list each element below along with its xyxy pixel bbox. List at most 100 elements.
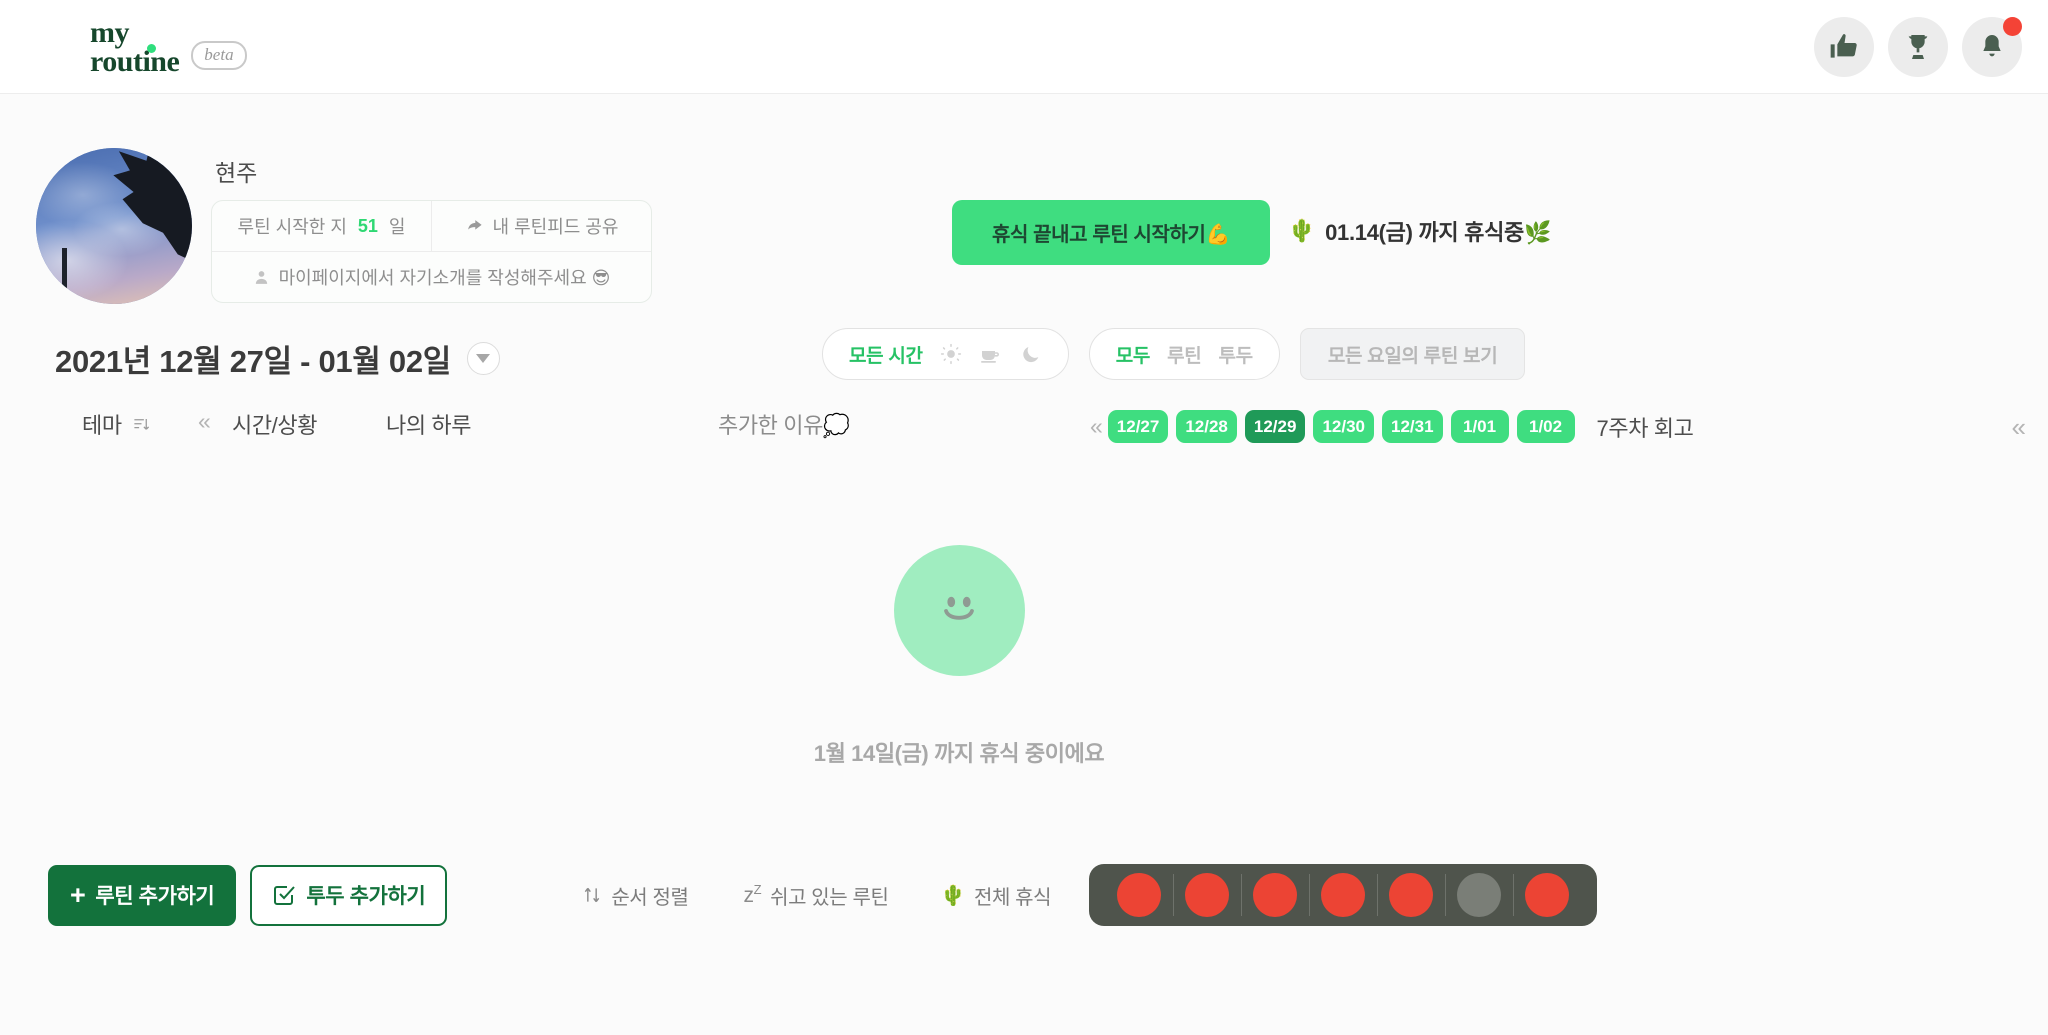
share-arrow-icon <box>467 219 482 230</box>
rest-all-button[interactable]: 🌵 전체 휴식 <box>940 881 1051 910</box>
streak-prefix: 루틴 시작한 지 <box>237 217 347 237</box>
resting-routines-button[interactable]: zZ 쉬고 있는 루틴 <box>743 881 888 910</box>
type-filter-routine[interactable]: 루틴 <box>1167 341 1202 368</box>
thumbs-up-icon <box>1830 33 1857 58</box>
moon-icon[interactable] <box>1020 343 1042 365</box>
column-my-day-label: 나의 하루 <box>386 413 472 438</box>
profile-info-row-top: 루틴 시작한 지 51 일 내 루틴피드 공유 <box>212 201 651 251</box>
add-todo-label: 투두 추가하기 <box>306 885 426 908</box>
profile-section: 현주 루틴 시작한 지 51 일 내 루틴피드 공유 마이페이지에서 자기소개를… <box>36 148 652 304</box>
day-dot-off <box>1457 873 1502 917</box>
type-filter-all[interactable]: 모두 <box>1116 341 1151 368</box>
day-dot-cell[interactable] <box>1309 871 1377 919</box>
empty-state-avatar <box>893 545 1025 676</box>
sort-icon[interactable] <box>132 415 151 434</box>
time-filter-pill[interactable]: 모든 시간 <box>822 328 1069 380</box>
plus-icon: + <box>70 879 86 910</box>
add-todo-button[interactable]: 투두 추가하기 <box>250 864 448 926</box>
empty-state-text: 1월 14일(금) 까지 휴식 중이에요 <box>813 741 1105 766</box>
date-chip[interactable]: 12/27 <box>1107 410 1169 443</box>
logo-line-2: routine <box>90 44 180 78</box>
day-dot <box>1525 873 1570 917</box>
rest-status-label: 01.14(금) 까지 휴식중🌿 <box>1325 220 1552 245</box>
username: 현주 <box>215 160 258 186</box>
column-reason-label: 추가한 이유💭 <box>718 413 850 438</box>
day-dot <box>1185 873 1230 917</box>
date-chip-row: « 12/27 12/28 12/29 12/30 12/31 1/01 1/0… <box>1090 410 1694 443</box>
streak-cell: 루틴 시작한 지 51 일 <box>212 201 432 251</box>
collapse-panel-right-button[interactable]: « <box>2012 412 2027 443</box>
day-dot-cell[interactable] <box>1445 871 1513 919</box>
sleep-zz-icon: zZ <box>743 882 762 907</box>
cactus-icon: 🌵 <box>1288 218 1316 244</box>
avatar[interactable] <box>36 148 192 304</box>
person-icon <box>255 270 267 284</box>
sort-arrows-icon <box>585 887 600 903</box>
start-routine-button[interactable]: 휴식 끝내고 루틴 시작하기💪 <box>952 200 1270 265</box>
column-theme-label: 테마 <box>82 413 122 438</box>
logo-text: my routine <box>90 15 180 78</box>
column-theme[interactable]: 테마 <box>82 408 151 440</box>
date-chip[interactable]: 1/01 <box>1450 410 1509 443</box>
sort-order-button[interactable]: 순서 정렬 <box>582 881 689 910</box>
smiley-face-icon <box>944 596 974 620</box>
trophy-button[interactable] <box>1888 16 1948 77</box>
day-dot <box>1117 873 1162 917</box>
checkbox-check-icon <box>274 886 296 905</box>
week-status-dots <box>1089 864 1598 926</box>
filter-bar: 모든 시간 모두 루틴 투두 모든 요일의 루틴 보기 <box>822 328 1526 380</box>
empty-state: 1월 14일(금) 까지 휴식 중이에요 <box>0 545 2048 768</box>
column-my-day[interactable]: 나의 하루 <box>386 408 471 440</box>
type-filter-pill[interactable]: 모두 루틴 투두 <box>1088 328 1280 380</box>
thumbs-up-button[interactable] <box>1814 16 1874 77</box>
bio-prompt-label: 마이페이지에서 자기소개를 작성해주세요 😎 <box>278 268 611 288</box>
chevron-double-left-icon: « <box>198 408 211 434</box>
day-dot-cell[interactable] <box>1513 871 1581 919</box>
sort-order-label: 순서 정렬 <box>611 886 689 909</box>
column-time-situation[interactable]: 시간/상황 <box>232 408 317 440</box>
bio-prompt-row[interactable]: 마이페이지에서 자기소개를 작성해주세요 😎 <box>212 251 651 302</box>
column-reason[interactable]: 추가한 이유💭 <box>718 408 850 440</box>
add-routine-label: 루틴 추가하기 <box>95 885 215 908</box>
cactus-icon: 🌵 <box>940 883 965 907</box>
day-dot <box>1321 873 1366 917</box>
date-chip[interactable]: 1/02 <box>1516 410 1575 443</box>
beta-badge: beta <box>191 40 247 70</box>
resting-routines-label: 쉬고 있는 루틴 <box>770 886 889 909</box>
weekly-retrospective-link[interactable]: 7주차 회고 <box>1597 411 1694 443</box>
collapse-columns-left-button[interactable]: « <box>198 408 211 435</box>
logo[interactable]: my routine beta <box>90 15 247 78</box>
date-range-selector[interactable]: 2021년 12월 27일 - 01월 02일 <box>55 336 500 381</box>
time-filter-active-label: 모든 시간 <box>849 345 923 367</box>
top-bar: my routine beta <box>0 0 2048 94</box>
rest-status: 🌵 01.14(금) 까지 휴식중🌿 <box>1288 215 1551 247</box>
date-range-dropdown-button[interactable] <box>466 342 500 375</box>
bell-icon <box>1983 34 2001 56</box>
day-dot-cell[interactable] <box>1241 871 1309 919</box>
scroll-dates-left-button[interactable]: « <box>1090 413 1103 440</box>
top-bar-actions <box>1814 0 2022 93</box>
date-range-label: 2021년 12월 27일 - 01월 02일 <box>55 344 451 379</box>
rest-all-label: 전체 휴식 <box>973 886 1052 909</box>
avatar-pole-silhouette <box>62 248 67 304</box>
view-all-days-button[interactable]: 모든 요일의 루틴 보기 <box>1299 328 1526 380</box>
sun-icon[interactable] <box>940 343 962 365</box>
day-dot <box>1253 873 1298 917</box>
add-routine-button[interactable]: + 루틴 추가하기 <box>48 864 237 926</box>
cup-icon[interactable] <box>979 342 1003 366</box>
date-chip[interactable]: 12/30 <box>1313 410 1374 443</box>
share-feed-button[interactable]: 내 루틴피드 공유 <box>432 201 651 251</box>
logo-line-1: my <box>90 15 130 49</box>
bell-button[interactable] <box>1962 16 2022 77</box>
streak-value: 51 <box>357 215 378 236</box>
column-header-row: 테마 « 시간/상황 나의 하루 추가한 이유💭 <box>0 408 2048 456</box>
logo-dot-icon <box>147 43 156 53</box>
day-dot-cell[interactable] <box>1377 871 1445 919</box>
type-filter-todo[interactable]: 투두 <box>1218 341 1253 368</box>
date-chip[interactable]: 12/28 <box>1176 410 1237 443</box>
date-chip-today[interactable]: 12/29 <box>1244 410 1306 443</box>
day-dot-cell[interactable] <box>1105 871 1173 919</box>
day-dot-cell[interactable] <box>1173 871 1241 919</box>
profile-details: 현주 루틴 시작한 지 51 일 내 루틴피드 공유 마이페이지에서 자기소개를… <box>211 148 652 304</box>
date-chip[interactable]: 12/31 <box>1381 410 1443 443</box>
